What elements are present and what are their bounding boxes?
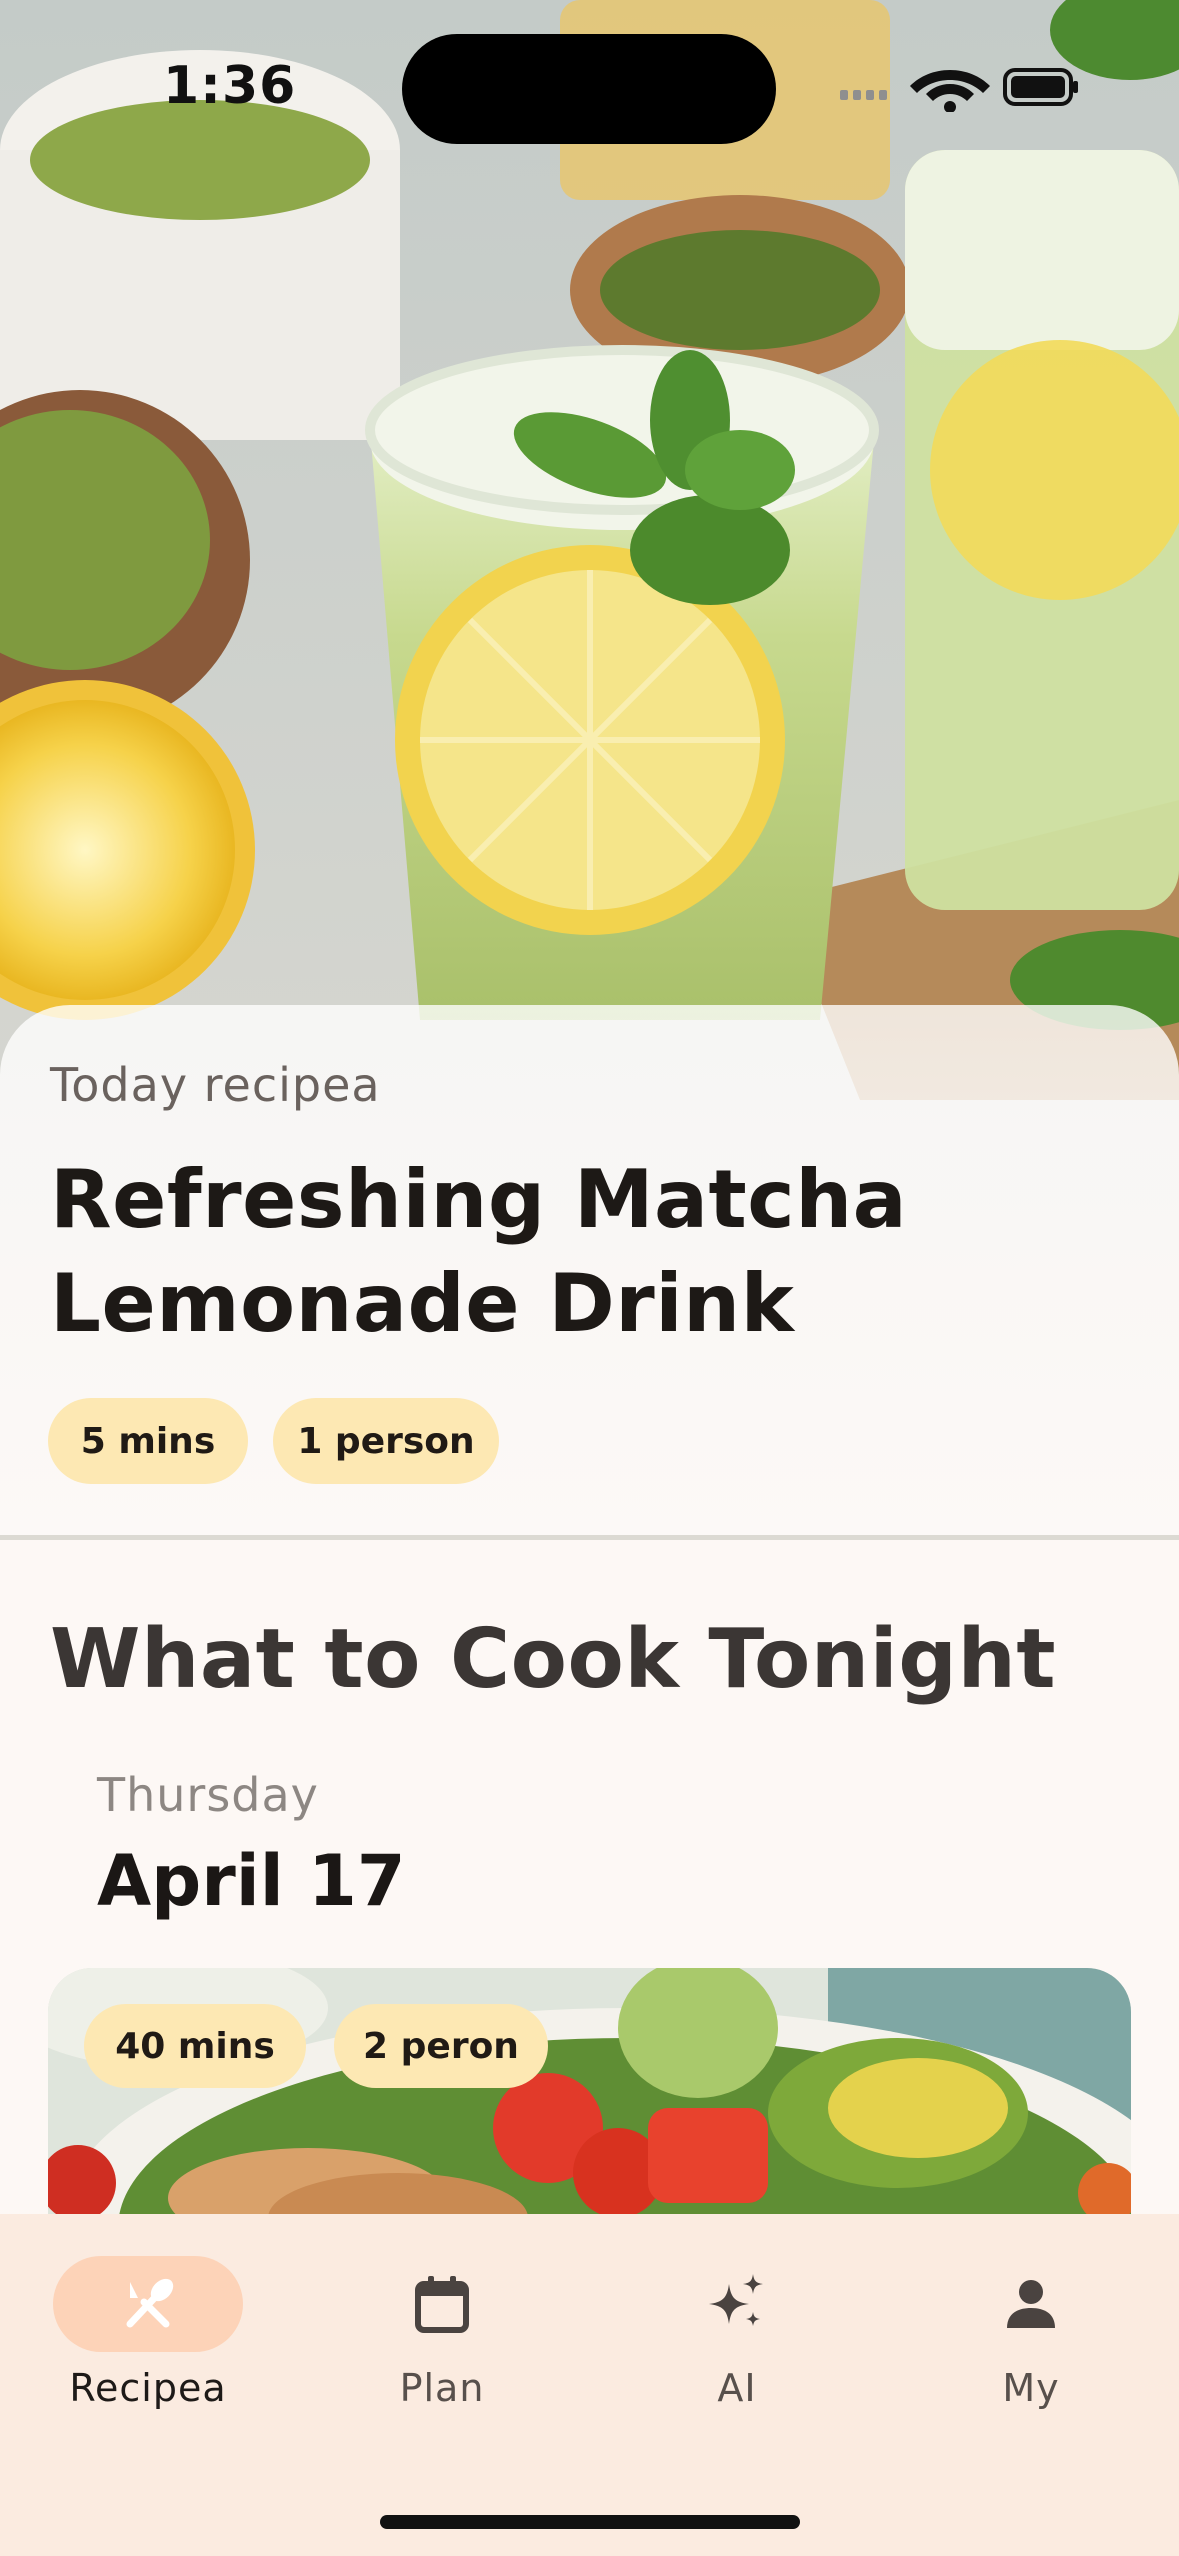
person-icon	[1007, 2280, 1055, 2328]
meal-card[interactable]: 40 mins 2 peron	[48, 1968, 1131, 2218]
dynamic-island	[402, 34, 776, 144]
status-icons	[840, 62, 1080, 113]
tab-recipea[interactable]: Recipea	[38, 2256, 258, 2416]
tab-my[interactable]: My	[921, 2256, 1141, 2416]
wifi-icon	[910, 70, 990, 113]
date-label: April 17	[97, 1840, 406, 1922]
recipe-title[interactable]: Refreshing Matcha Lemonade Drink	[50, 1148, 1050, 1356]
status-time: 1:36	[163, 56, 297, 116]
servings-chip: 1 person	[273, 1398, 499, 1484]
tab-ai[interactable]: AI	[627, 2256, 847, 2416]
calendar-icon	[415, 2276, 469, 2333]
battery-icon	[1003, 68, 1078, 106]
section-title: What to Cook Tonight	[50, 1612, 1057, 1707]
tab-plan[interactable]: Plan	[332, 2256, 552, 2416]
meal-servings-chip: 2 peron	[334, 2004, 548, 2088]
day-name: Thursday	[97, 1768, 319, 1822]
tab-label: AI	[717, 2366, 757, 2410]
tab-label: Plan	[399, 2366, 485, 2410]
utensils-icon	[126, 2278, 174, 2328]
home-indicator[interactable]	[380, 2515, 800, 2529]
tab-label: My	[1002, 2366, 1060, 2410]
cellular-signal-icon	[840, 90, 887, 100]
sparkles-icon	[709, 2274, 763, 2326]
meal-time-chip: 40 mins	[84, 2004, 306, 2088]
tab-label: Recipea	[69, 2366, 227, 2410]
time-chip: 5 mins	[48, 1398, 248, 1484]
today-recipe-label: Today recipea	[50, 1058, 381, 1112]
